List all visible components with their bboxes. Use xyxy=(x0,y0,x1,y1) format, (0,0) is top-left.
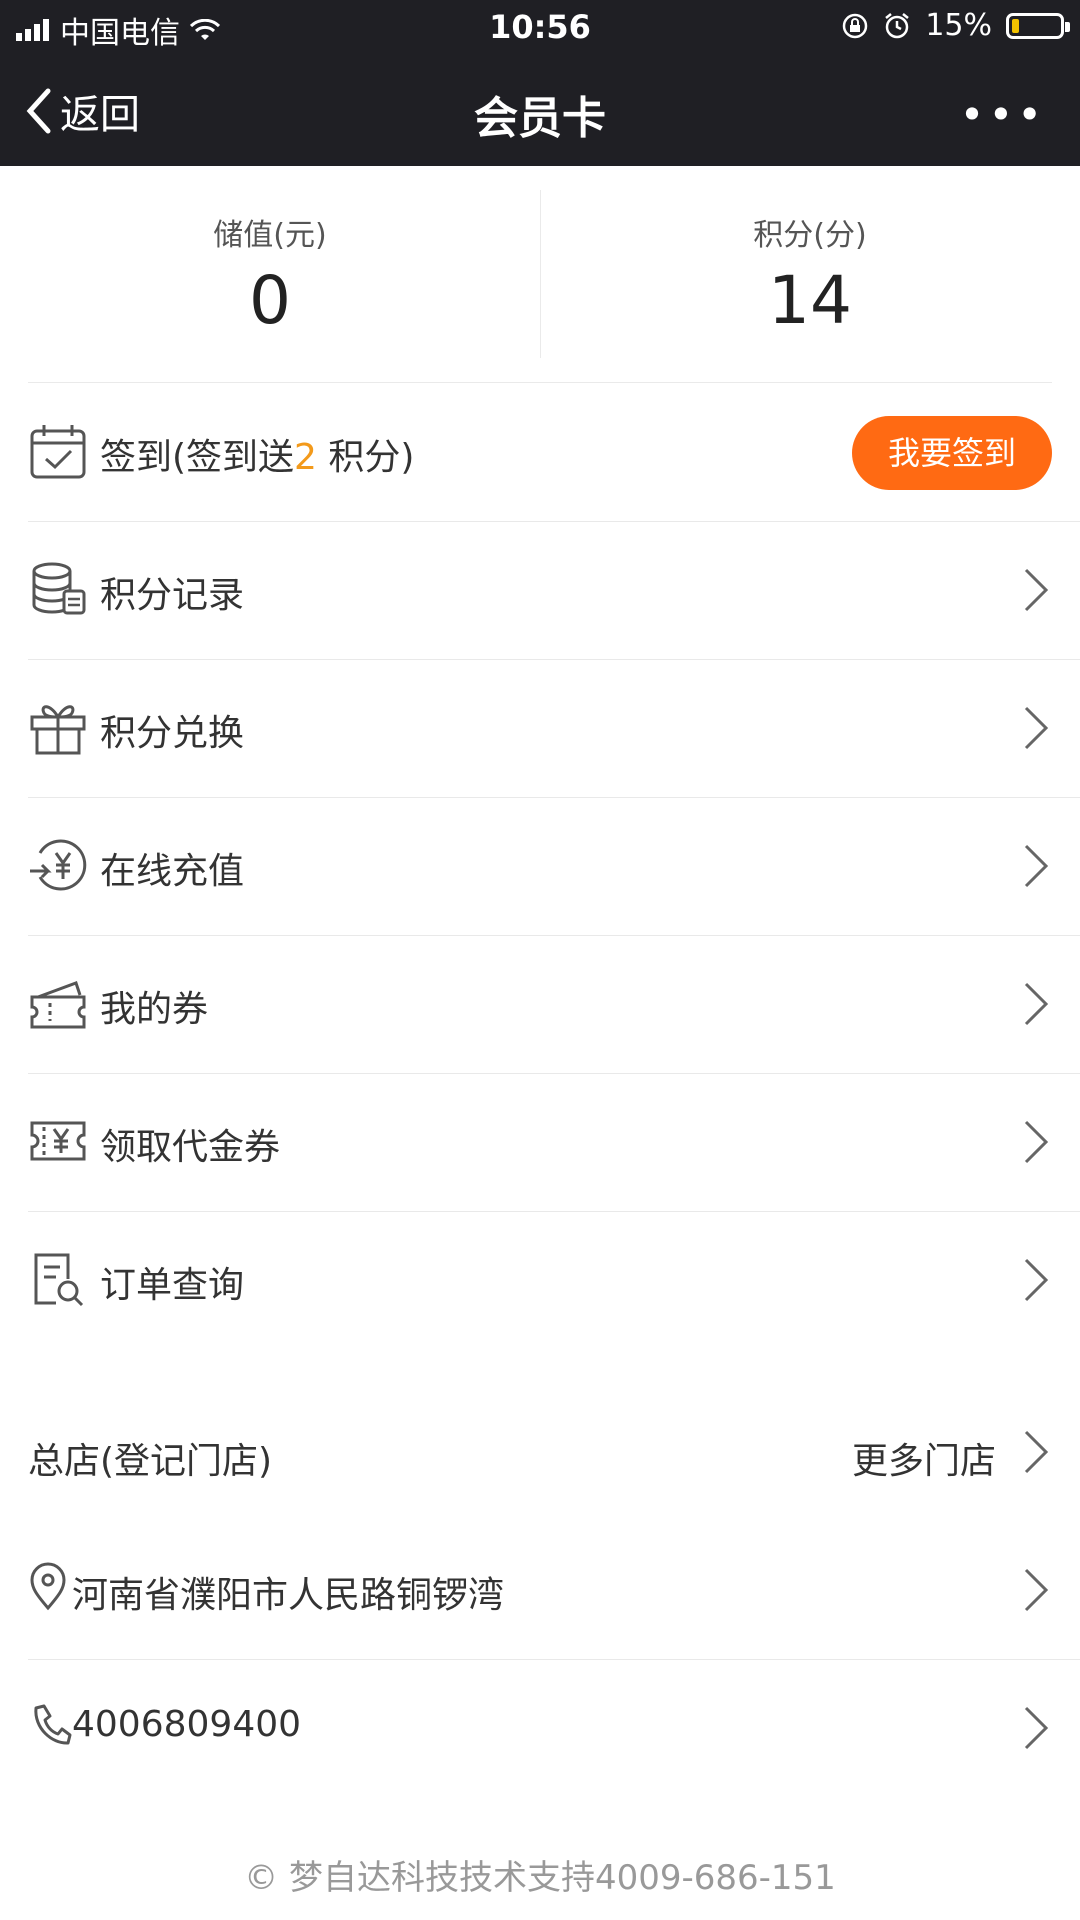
phone-row[interactable]: 4006809400 xyxy=(28,1660,1080,1798)
points-amount: 14 xyxy=(768,262,852,339)
battery-fill xyxy=(1012,18,1019,33)
gift-icon xyxy=(30,705,86,755)
chevron-right-icon xyxy=(1024,982,1049,1026)
calendar-check-icon xyxy=(30,425,86,479)
checkin-button[interactable]: 我要签到 xyxy=(852,416,1052,490)
chevron-right-icon xyxy=(1024,1258,1049,1302)
menu-item-get-voucher[interactable]: 领取代金券 xyxy=(28,1074,1080,1212)
checkin-label-pre: 签到(签到送 xyxy=(100,437,295,478)
address-text: 河南省濮阳市人民路铜锣湾 xyxy=(72,1575,505,1616)
checkin-label-post: 积分) xyxy=(316,437,415,478)
menu-item-points-exchange[interactable]: 积分兑换 xyxy=(28,660,1080,798)
store-title: 总店(登记门店) xyxy=(28,1441,273,1482)
location-pin-icon xyxy=(30,1562,66,1611)
menu-label: 积分记录 xyxy=(100,575,245,616)
phone-number: 4006809400 xyxy=(72,1704,302,1745)
points-stat[interactable]: 积分(分) 14 xyxy=(540,166,1080,382)
address-row[interactable]: 河南省濮阳市人民路铜锣湾 xyxy=(28,1522,1080,1660)
phone-icon xyxy=(34,1704,72,1745)
chevron-right-icon[interactable] xyxy=(1018,1426,1054,1478)
stored-value-label: 储值(元) xyxy=(213,218,327,253)
menu-label: 在线充值 xyxy=(100,851,245,892)
order-search-icon xyxy=(34,1253,84,1307)
stored-value-amount: 0 xyxy=(249,262,291,339)
points-label: 积分(分) xyxy=(753,218,867,253)
store-header: 总店(登记门店) 更多门店 xyxy=(28,1384,1080,1522)
status-right: 15% xyxy=(841,8,1070,43)
checkin-points: 2 xyxy=(294,437,317,478)
menu-label: 积分兑换 xyxy=(100,713,245,754)
yuan-recharge-icon xyxy=(30,839,87,891)
menu-item-order-query[interactable]: 订单查询 xyxy=(28,1212,1080,1350)
menu-item-my-coupons[interactable]: 我的券 xyxy=(28,936,1080,1074)
battery-percent: 15% xyxy=(925,8,992,43)
menu-item-online-recharge[interactable]: 在线充值 xyxy=(28,798,1080,936)
menu-label: 领取代金券 xyxy=(100,1127,281,1168)
stats-panel: 储值(元) 0 积分(分) 14 xyxy=(0,166,1080,382)
chevron-right-icon xyxy=(1024,568,1049,612)
footer-support: © 梦自达科技技术支持4009-686-151 xyxy=(244,1858,836,1898)
chevron-right-icon xyxy=(1024,1706,1049,1750)
menu-label: 我的券 xyxy=(100,989,209,1030)
checkin-label: 签到(签到送2 积分) xyxy=(100,428,414,480)
chevron-right-icon xyxy=(1024,844,1049,888)
database-icon xyxy=(32,562,86,615)
alarm-icon xyxy=(885,12,910,38)
menu-label: 订单查询 xyxy=(100,1265,245,1306)
checkin-row: 签到(签到送2 积分) 我要签到 xyxy=(28,384,1080,522)
more-stores-link[interactable]: 更多门店 xyxy=(852,1432,996,1484)
ticket-icon xyxy=(30,981,86,1029)
chevron-right-icon xyxy=(1024,1120,1049,1164)
chevron-right-icon xyxy=(1024,706,1049,750)
more-button[interactable]: ••• xyxy=(960,90,1046,139)
stats-divider-bottom xyxy=(28,382,1052,383)
chevron-right-icon xyxy=(1024,1568,1049,1612)
battery-icon xyxy=(1006,12,1070,39)
stored-value-stat[interactable]: 储值(元) 0 xyxy=(0,166,540,382)
page-title: 会员卡 xyxy=(474,93,606,144)
rotation-lock-icon xyxy=(843,13,868,38)
status-bar: 中国电信 10:56 15% xyxy=(0,0,1080,56)
menu-item-points-record[interactable]: 积分记录 xyxy=(28,522,1080,660)
nav-bar: 返回 会员卡 ••• xyxy=(0,56,1080,166)
voucher-icon xyxy=(30,1121,86,1161)
